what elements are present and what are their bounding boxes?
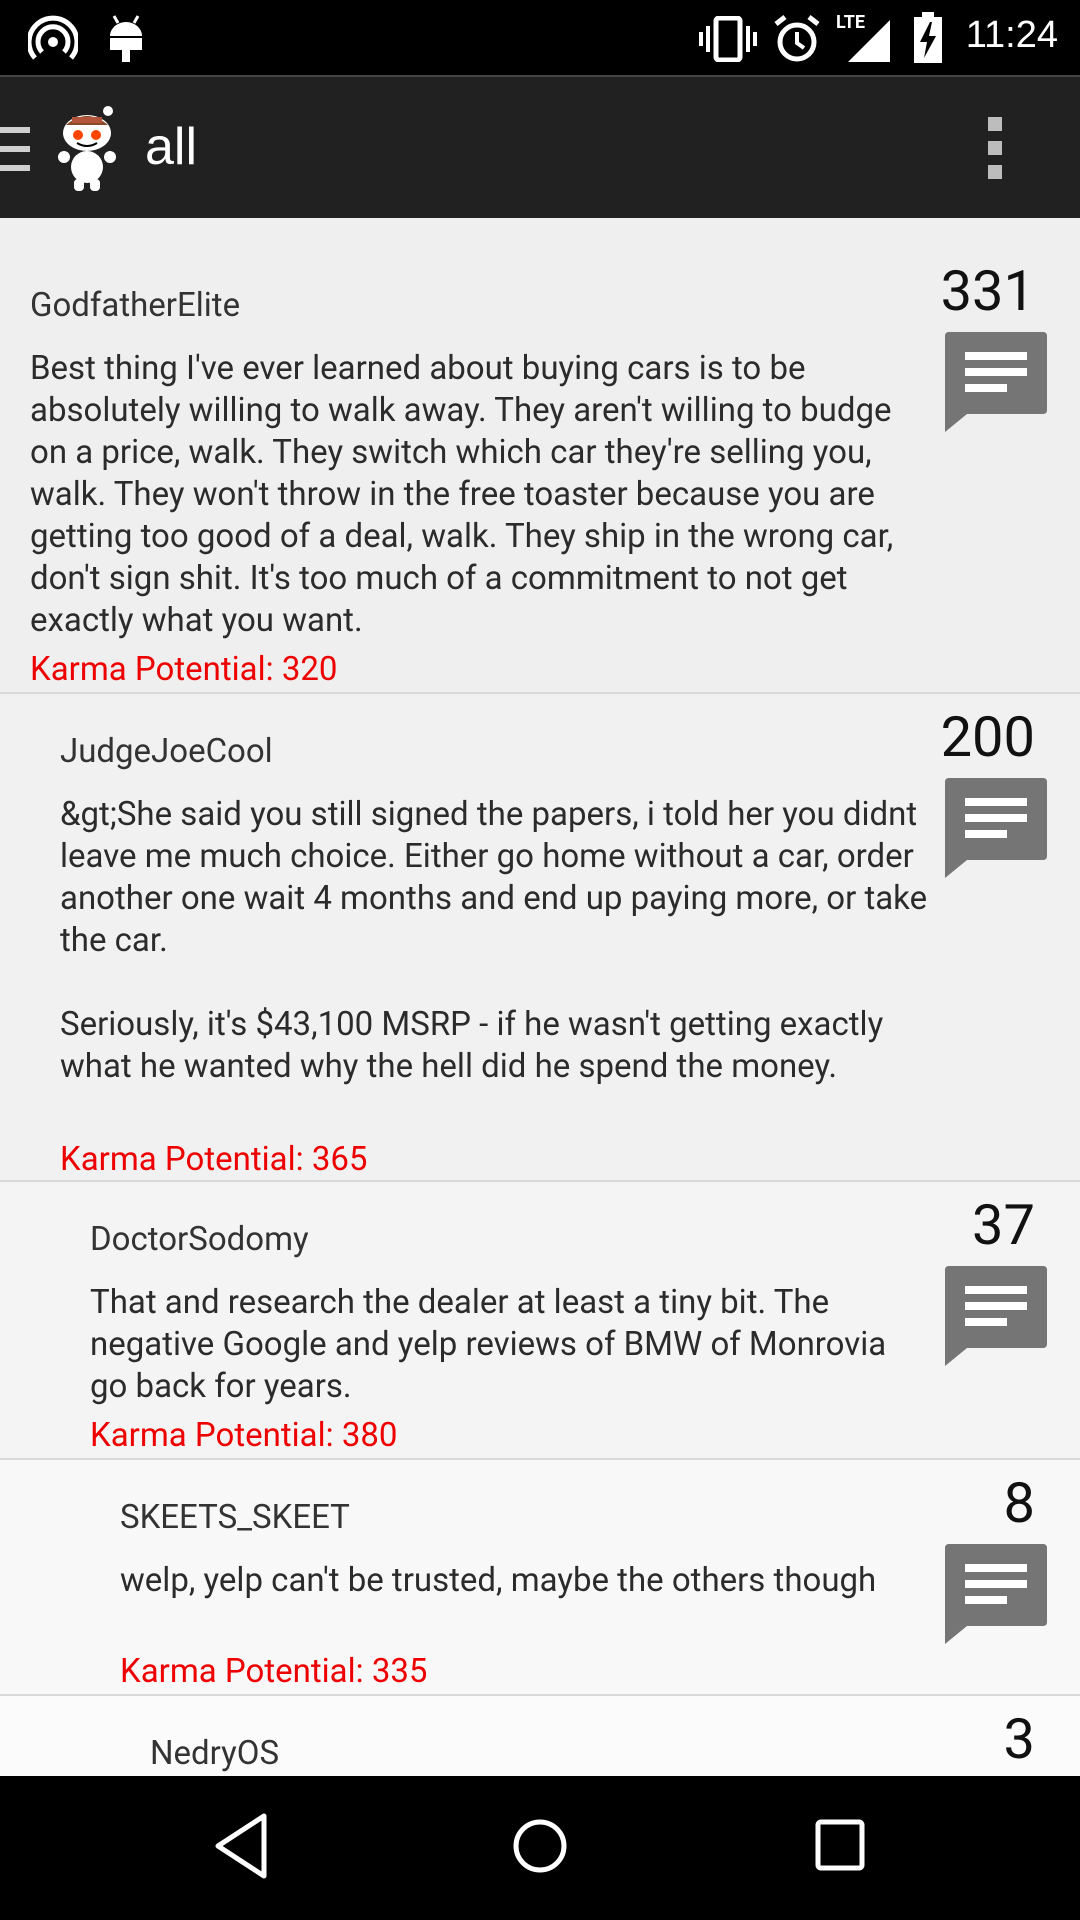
lte-signal-icon: LTE bbox=[836, 12, 892, 64]
app-bar: all bbox=[0, 75, 1080, 218]
comment-list[interactable]: GodfatherElite 331 Best thing I've ever … bbox=[0, 218, 1080, 1776]
comment-body: That and research the dealer at least a … bbox=[90, 1283, 887, 1406]
comment-score: 8 bbox=[1003, 1470, 1035, 1536]
comment-icon[interactable] bbox=[945, 778, 1047, 878]
comment-icon[interactable] bbox=[945, 332, 1047, 432]
page-title: all bbox=[145, 118, 198, 176]
status-bar: LTE 11:24 bbox=[0, 0, 1080, 75]
vibrate-icon bbox=[699, 16, 757, 62]
comment-item[interactable]: GodfatherElite 331 Best thing I've ever … bbox=[0, 218, 1080, 694]
comment-item[interactable]: DoctorSodomy 37 That and research the de… bbox=[0, 1182, 1080, 1460]
comment-score: 3 bbox=[1003, 1706, 1035, 1772]
comment-body: &gt;She said you still signed the papers… bbox=[60, 795, 928, 1086]
comment-author[interactable]: GodfatherElite bbox=[30, 286, 240, 325]
status-time: 11:24 bbox=[965, 14, 1058, 56]
karma-potential: Karma Potential: 335 bbox=[120, 1652, 428, 1691]
hotspot-icon bbox=[28, 15, 78, 60]
comment-author[interactable]: JudgeJoeCool bbox=[60, 732, 273, 771]
recents-icon[interactable] bbox=[812, 1808, 868, 1884]
menu-icon[interactable] bbox=[0, 127, 30, 171]
comment-body: welp, yelp can't be trusted, maybe the o… bbox=[120, 1561, 877, 1600]
comment-author[interactable]: DoctorSodomy bbox=[90, 1220, 309, 1259]
back-icon[interactable] bbox=[212, 1808, 270, 1884]
battery-charging-icon bbox=[914, 12, 942, 63]
comment-score: 200 bbox=[940, 704, 1035, 770]
comment-score: 37 bbox=[972, 1192, 1035, 1258]
overflow-menu-icon[interactable] bbox=[982, 117, 1008, 181]
android-icon bbox=[110, 15, 142, 62]
comment-item[interactable]: SKEETS_SKEET 8 welp, yelp can't be trust… bbox=[0, 1460, 1080, 1696]
karma-potential: Karma Potential: 320 bbox=[30, 650, 338, 689]
reddit-logo-icon bbox=[58, 106, 116, 191]
comment-score: 331 bbox=[940, 258, 1035, 324]
comment-icon[interactable] bbox=[945, 1544, 1047, 1644]
comment-body: Best thing I've ever learned about buyin… bbox=[30, 349, 894, 640]
karma-potential: Karma Potential: 380 bbox=[90, 1416, 398, 1455]
comment-author[interactable]: SKEETS_SKEET bbox=[120, 1498, 350, 1537]
navigation-bar bbox=[0, 1776, 1080, 1920]
comment-author[interactable]: NedryOS bbox=[150, 1734, 279, 1773]
comment-icon[interactable] bbox=[945, 1266, 1047, 1366]
home-icon[interactable] bbox=[510, 1808, 570, 1884]
comment-item[interactable]: NedryOS 3 bbox=[0, 1696, 1080, 1776]
comment-item[interactable]: JudgeJoeCool 200 &gt;She said you still … bbox=[0, 694, 1080, 1182]
karma-potential: Karma Potential: 365 bbox=[60, 1140, 368, 1179]
alarm-icon bbox=[774, 15, 820, 62]
